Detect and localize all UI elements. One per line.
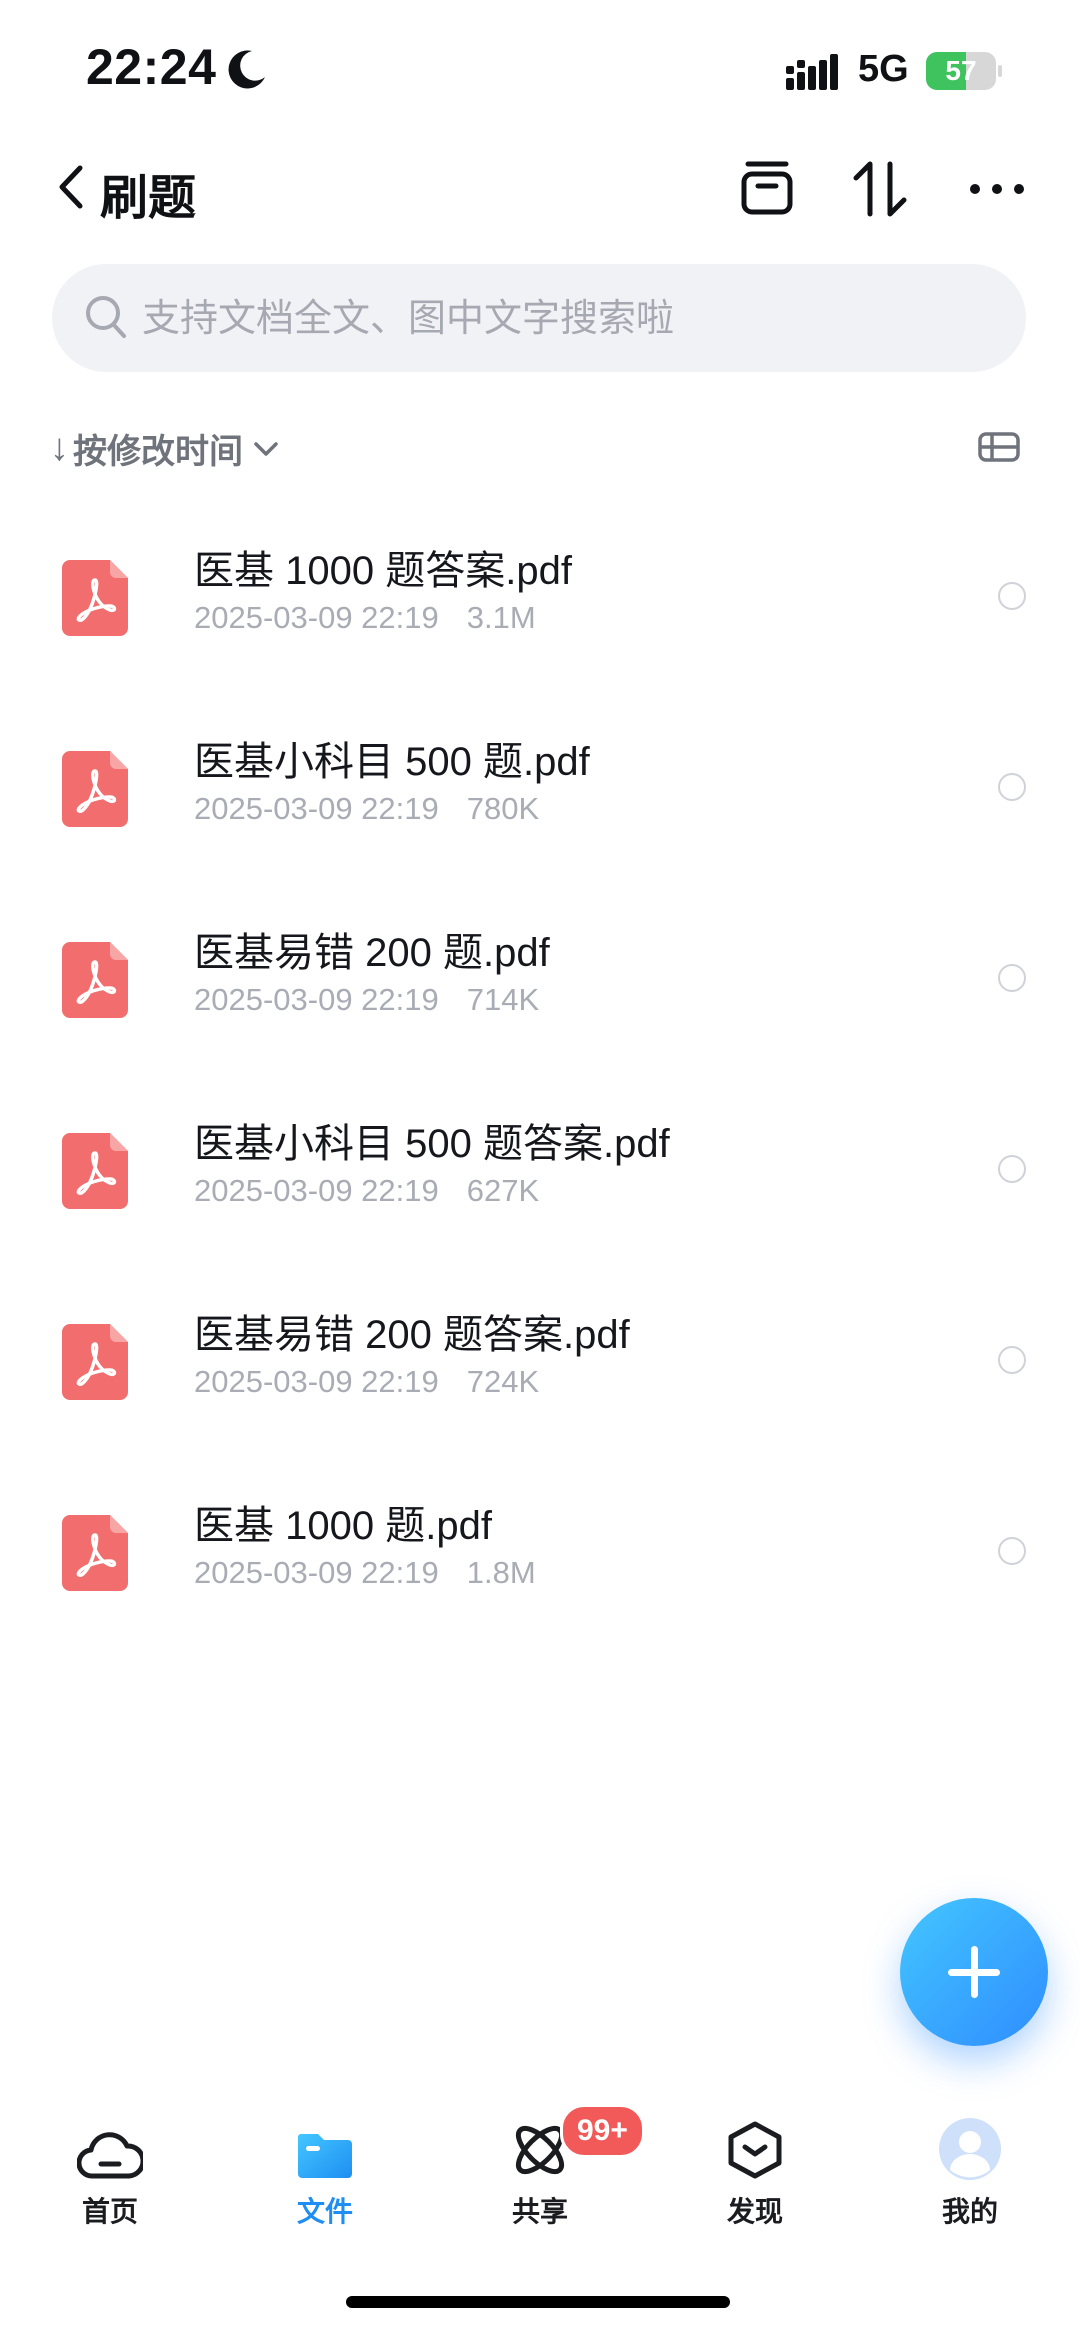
share-badge: 99+	[560, 2104, 645, 2158]
tab-files[interactable]: 文件	[245, 2110, 405, 2230]
tab-me-label: 我的	[941, 2196, 998, 2227]
sort-selector[interactable]: ↓ 按修改时间	[50, 424, 279, 473]
tab-share-label: 共享	[511, 2196, 568, 2227]
search-input[interactable]	[140, 290, 1004, 348]
sort-label: 按修改时间	[73, 433, 243, 471]
pdf-file-icon	[62, 751, 128, 827]
cloud-icon	[77, 2132, 143, 2179]
file-size: 627K	[466, 1173, 540, 1208]
select-checkbox[interactable]	[998, 1155, 1026, 1183]
file-row[interactable]: 医基小科目 500 题答案.pdf 2025-03-09 22:19 627K	[0, 1122, 1080, 1323]
tab-discover-label: 发现	[726, 2196, 783, 2227]
file-date: 2025-03-09 22:19	[194, 1364, 439, 1399]
file-meta: 2025-03-09 22:19 1.8M	[194, 1555, 536, 1591]
tab-home[interactable]: 首页	[30, 2110, 190, 2230]
archive-box-icon[interactable]	[740, 160, 794, 216]
signal-icon	[786, 54, 838, 90]
file-size: 1.8M	[466, 1555, 536, 1590]
folder-icon	[297, 2134, 352, 2178]
more-icon[interactable]	[968, 182, 1026, 196]
file-name: 医基小科目 500 题答案.pdf	[194, 1122, 670, 1166]
file-name: 医基易错 200 题答案.pdf	[194, 1313, 630, 1357]
tab-me[interactable]: 我的	[890, 2110, 1050, 2230]
file-date: 2025-03-09 22:19	[194, 1555, 439, 1590]
file-meta: 2025-03-09 22:19 724K	[194, 1364, 539, 1400]
tab-discover[interactable]: 发现	[675, 2110, 835, 2230]
battery-level: 57	[945, 55, 977, 86]
file-date: 2025-03-09 22:19	[194, 600, 439, 635]
pdf-file-icon	[62, 560, 128, 636]
select-checkbox[interactable]	[998, 582, 1026, 610]
file-name: 医基易错 200 题.pdf	[194, 931, 550, 975]
chevron-down-icon	[254, 441, 278, 456]
tab-files-label: 文件	[296, 2196, 353, 2227]
file-meta: 2025-03-09 22:19 780K	[194, 791, 539, 827]
network-label: 5G	[858, 48, 909, 90]
battery-indicator: 57	[926, 52, 1002, 90]
status-time: 22:24	[86, 39, 217, 95]
back-chevron-icon[interactable]	[56, 164, 86, 210]
file-size: 3.1M	[466, 600, 536, 635]
file-row[interactable]: 医基易错 200 题答案.pdf 2025-03-09 22:19 724K	[0, 1313, 1080, 1514]
select-checkbox[interactable]	[998, 1346, 1026, 1374]
file-name: 医基 1000 题.pdf	[194, 1504, 492, 1548]
file-row[interactable]: 医基小科目 500 题.pdf 2025-03-09 22:19 780K	[0, 740, 1080, 941]
search-bar[interactable]	[52, 264, 1026, 372]
tab-home-label: 首页	[81, 2196, 138, 2227]
file-row[interactable]: 医基 1000 题答案.pdf 2025-03-09 22:19 3.1M	[0, 549, 1080, 750]
sort-arrows-icon[interactable]	[852, 160, 908, 218]
home-indicator	[346, 2296, 730, 2308]
add-button[interactable]	[900, 1898, 1048, 2046]
file-name: 医基 1000 题答案.pdf	[194, 549, 572, 593]
pdf-file-icon	[62, 1324, 128, 1400]
view-toggle-icon[interactable]	[978, 432, 1020, 462]
file-date: 2025-03-09 22:19	[194, 791, 439, 826]
select-checkbox[interactable]	[998, 964, 1026, 992]
sort-down-arrow-icon: ↓	[50, 427, 69, 469]
select-checkbox[interactable]	[998, 773, 1026, 801]
file-size: 724K	[466, 1364, 540, 1399]
moon-icon	[228, 50, 265, 89]
file-meta: 2025-03-09 22:19 627K	[194, 1173, 539, 1209]
file-meta: 2025-03-09 22:19 3.1M	[194, 600, 536, 636]
search-icon	[86, 296, 126, 338]
discover-box-icon	[728, 2121, 782, 2179]
file-row[interactable]: 医基 1000 题.pdf 2025-03-09 22:19 1.8M	[0, 1504, 1080, 1705]
pdf-file-icon	[62, 1133, 128, 1209]
file-size: 714K	[466, 982, 540, 1017]
file-size: 780K	[466, 791, 540, 826]
file-name: 医基小科目 500 题.pdf	[194, 740, 590, 784]
select-checkbox[interactable]	[998, 1537, 1026, 1565]
pdf-file-icon	[62, 942, 128, 1018]
file-meta: 2025-03-09 22:19 714K	[194, 982, 539, 1018]
file-date: 2025-03-09 22:19	[194, 982, 439, 1017]
avatar-icon	[939, 2118, 1001, 2180]
file-date: 2025-03-09 22:19	[194, 1173, 439, 1208]
pdf-file-icon	[62, 1515, 128, 1591]
file-row[interactable]: 医基易错 200 题.pdf 2025-03-09 22:19 714K	[0, 931, 1080, 1132]
page-title: 刷题	[100, 172, 197, 225]
